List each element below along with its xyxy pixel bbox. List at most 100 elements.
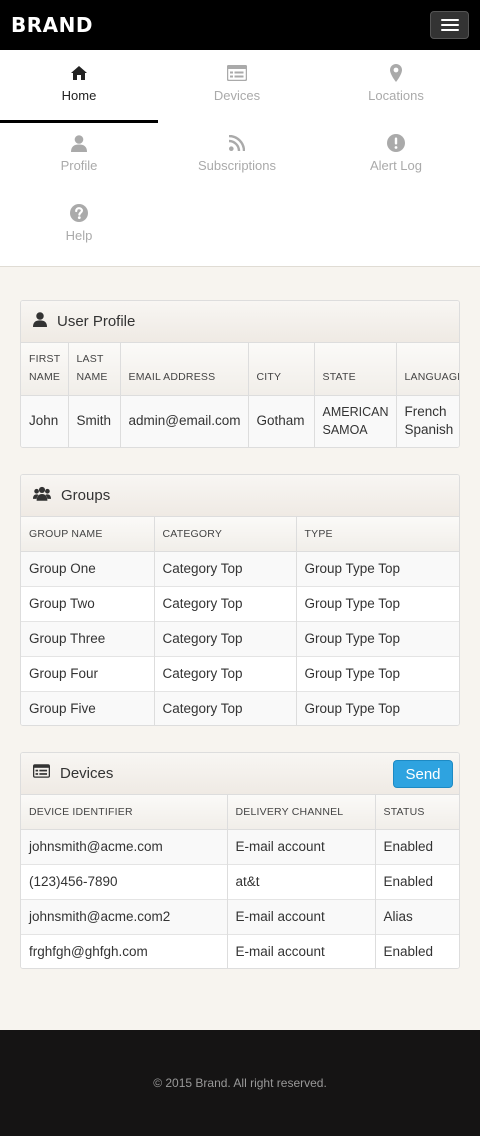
table-row[interactable]: johnsmith@acme.com2 E-mail account Alias xyxy=(21,898,459,934)
first-name-cell: John xyxy=(21,394,69,447)
devices-table: DEVICE IDENTIFIER DELIVERY CHANNEL STATU… xyxy=(21,795,459,968)
delivery-channel-cell: E-mail account xyxy=(227,898,376,934)
nav-locations[interactable]: Locations xyxy=(317,50,475,120)
status-cell: Enabled xyxy=(375,828,459,864)
delivery-channel-cell: E-mail account xyxy=(227,933,376,968)
menu-icon-bar xyxy=(440,24,459,26)
nav-profile[interactable]: Profile xyxy=(0,120,158,190)
nav-label: Subscriptions xyxy=(197,158,277,173)
table-row: John Smith admin@email.com Gotham AMERIC… xyxy=(21,394,459,447)
email-cell: admin@email.com xyxy=(120,394,249,447)
nav-devices[interactable]: Devices xyxy=(158,50,316,120)
column-header[interactable]: DEVICE IDENTIFIER xyxy=(21,795,228,830)
group-name-cell: Group Two xyxy=(21,585,155,621)
category-cell: Category Top xyxy=(154,655,297,691)
groups-panel: Groups GROUP NAME CATEGORY TYPE Group On… xyxy=(20,474,460,726)
languages-cell: French Spanish xyxy=(396,394,459,447)
copyright-text: © 2015 Brand. All right reserved. xyxy=(153,1076,327,1090)
nav-label: Alert Log xyxy=(369,158,423,173)
panel-header: Groups xyxy=(21,475,459,517)
state-cell: AMERICAN SAMOA xyxy=(314,394,397,447)
status-cell: Enabled xyxy=(375,933,459,968)
panel-header: Devices Send xyxy=(21,753,459,795)
column-header[interactable]: TYPE xyxy=(296,517,459,552)
category-cell: Category Top xyxy=(154,690,297,725)
column-header[interactable]: GROUP NAME xyxy=(21,517,155,552)
nav-label: Help xyxy=(65,228,93,243)
nav-help[interactable]: Help xyxy=(0,190,158,260)
hamburger-menu-button[interactable] xyxy=(430,11,469,39)
table-header-row: GROUP NAME CATEGORY TYPE xyxy=(21,517,459,552)
devices-icon xyxy=(33,764,50,783)
category-cell: Category Top xyxy=(154,550,297,586)
group-name-cell: Group Five xyxy=(21,690,155,725)
device-identifier-cell: (123)456-7890 xyxy=(21,863,228,899)
nav-home[interactable]: Home xyxy=(0,50,158,123)
table-row[interactable]: Group Four Category Top Group Type Top xyxy=(21,655,459,691)
category-cell: Category Top xyxy=(154,620,297,656)
top-navbar: BRAND xyxy=(0,0,480,50)
table-row[interactable]: Group Three Category Top Group Type Top xyxy=(21,620,459,656)
city-cell: Gotham xyxy=(248,394,315,447)
alert-icon xyxy=(387,134,405,152)
user-profile-table: FIRST NAME LAST NAME EMAIL ADDRESS CITY … xyxy=(21,343,459,447)
group-name-cell: Group Four xyxy=(21,655,155,691)
table-row[interactable]: johnsmith@acme.com E-mail account Enabled xyxy=(21,828,459,864)
column-header[interactable]: LANGUAGES xyxy=(396,343,459,396)
category-cell: Category Top xyxy=(154,585,297,621)
rss-icon xyxy=(229,134,245,152)
column-header[interactable]: CATEGORY xyxy=(154,517,297,552)
group-name-cell: Group Three xyxy=(21,620,155,656)
location-icon xyxy=(390,64,402,82)
delivery-channel-cell: at&t xyxy=(227,863,376,899)
home-icon xyxy=(70,64,88,82)
type-cell: Group Type Top xyxy=(296,690,459,725)
user-profile-panel: User Profile FIRST NAME LAST NAME EMAIL … xyxy=(20,300,460,448)
footer: © 2015 Brand. All right reserved. xyxy=(0,1030,480,1136)
status-cell: Enabled xyxy=(375,863,459,899)
column-header[interactable]: FIRST NAME xyxy=(21,343,69,396)
device-identifier-cell: johnsmith@acme.com xyxy=(21,828,228,864)
column-header[interactable]: STATUS xyxy=(375,795,459,830)
brand-logo[interactable]: BRAND xyxy=(11,13,93,37)
table-row[interactable]: Group Two Category Top Group Type Top xyxy=(21,585,459,621)
main-nav-grid: Home Devices Locations Profile Subscript… xyxy=(0,50,480,267)
menu-icon-bar xyxy=(440,19,459,21)
nav-subscriptions[interactable]: Subscriptions xyxy=(158,120,316,190)
group-name-cell: Group One xyxy=(21,550,155,586)
column-header[interactable]: STATE xyxy=(314,343,397,396)
user-icon xyxy=(71,134,87,152)
device-identifier-cell: johnsmith@acme.com2 xyxy=(21,898,228,934)
table-row[interactable]: (123)456-7890 at&t Enabled xyxy=(21,863,459,899)
devices-panel: Devices Send DEVICE IDENTIFIER DELIVERY … xyxy=(20,752,460,969)
type-cell: Group Type Top xyxy=(296,655,459,691)
column-header[interactable]: EMAIL ADDRESS xyxy=(120,343,249,396)
help-icon xyxy=(70,204,88,222)
panel-header: User Profile xyxy=(21,301,459,343)
table-row[interactable]: Group Five Category Top Group Type Top xyxy=(21,690,459,725)
nav-alert-log[interactable]: Alert Log xyxy=(317,120,475,190)
nav-label: Profile xyxy=(60,158,98,173)
user-icon xyxy=(33,311,47,332)
delivery-channel-cell: E-mail account xyxy=(227,828,376,864)
column-header[interactable]: CITY xyxy=(248,343,315,396)
device-identifier-cell: frghfgh@ghfgh.com xyxy=(21,933,228,968)
menu-icon-bar xyxy=(440,29,459,31)
nav-label: Devices xyxy=(213,88,261,103)
column-header[interactable]: LAST NAME xyxy=(68,343,121,396)
type-cell: Group Type Top xyxy=(296,620,459,656)
nav-label: Locations xyxy=(368,88,424,103)
column-header[interactable]: DELIVERY CHANNEL xyxy=(227,795,376,830)
panel-title: Devices xyxy=(60,765,114,782)
table-row[interactable]: Group One Category Top Group Type Top xyxy=(21,550,459,586)
table-row[interactable]: frghfgh@ghfgh.com E-mail account Enabled xyxy=(21,933,459,968)
panel-title: User Profile xyxy=(57,313,136,330)
devices-icon xyxy=(227,64,247,82)
send-button[interactable]: Send xyxy=(393,760,453,788)
table-header-row: FIRST NAME LAST NAME EMAIL ADDRESS CITY … xyxy=(21,343,459,396)
groups-table: GROUP NAME CATEGORY TYPE Group One Catego… xyxy=(21,517,459,725)
status-cell: Alias xyxy=(375,898,459,934)
nav-label: Home xyxy=(61,88,97,103)
type-cell: Group Type Top xyxy=(296,585,459,621)
table-header-row: DEVICE IDENTIFIER DELIVERY CHANNEL STATU… xyxy=(21,795,459,830)
